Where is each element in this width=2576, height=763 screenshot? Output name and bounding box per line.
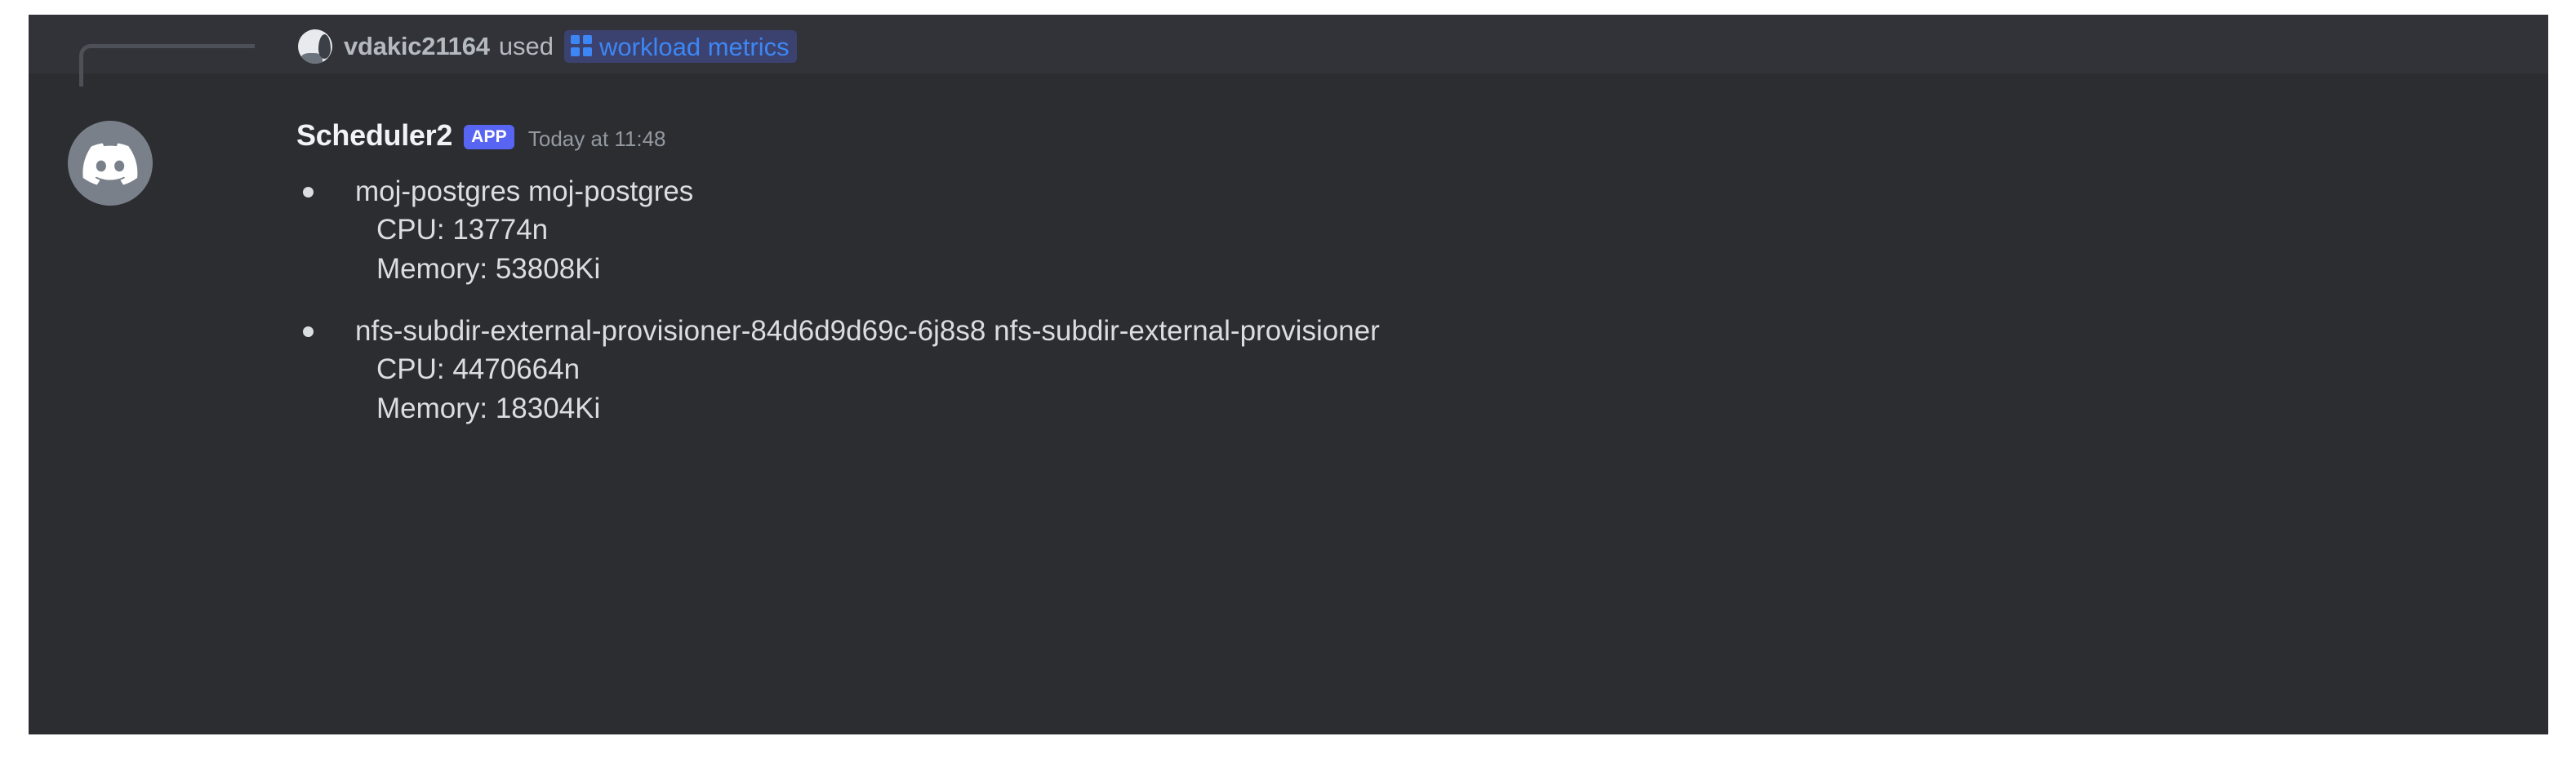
command-name: workload metrics: [599, 32, 790, 61]
memory-metric: Memory: 18304Ki: [376, 393, 601, 425]
apps-grid-icon: [571, 35, 593, 56]
command-invocation-row: vdakic21164 used workload metrics: [29, 26, 797, 67]
discord-clyde-icon: [82, 143, 138, 185]
invocation-verb: used: [498, 32, 554, 60]
command-chip[interactable]: workload metrics: [564, 30, 797, 63]
user-avatar[interactable]: [298, 29, 332, 64]
bullet-icon: [303, 326, 314, 337]
memory-metric: Memory: 53808Ki: [376, 253, 601, 286]
invoking-username[interactable]: vdakic21164: [344, 32, 490, 61]
cpu-metric: CPU: 13774n: [376, 214, 549, 246]
message-timestamp: Today at 11:48: [527, 126, 666, 151]
bullet-icon: [303, 187, 314, 197]
workload-metrics-list: moj-postgres moj-postgres CPU: 13774n Me…: [296, 173, 2532, 429]
message-body: Scheduler2 APP Today at 11:48 moj-postgr…: [296, 116, 2532, 429]
app-badge: APP: [464, 125, 514, 149]
workload-name: nfs-subdir-external-provisioner-84d6d9d6…: [296, 313, 2532, 350]
workload-name: moj-postgres moj-postgres: [296, 173, 2532, 211]
bot-avatar[interactable]: [68, 121, 153, 206]
bot-username[interactable]: Scheduler2: [296, 118, 452, 153]
list-item: moj-postgres moj-postgres CPU: 13774n Me…: [296, 173, 2532, 290]
list-item: nfs-subdir-external-provisioner-84d6d9d6…: [296, 313, 2532, 429]
message-header: Scheduler2 APP Today at 11:48: [296, 116, 2532, 155]
discord-message-panel: vdakic21164 used workload metrics Schedu…: [29, 15, 2548, 734]
cpu-metric: CPU: 4470664n: [376, 353, 581, 385]
